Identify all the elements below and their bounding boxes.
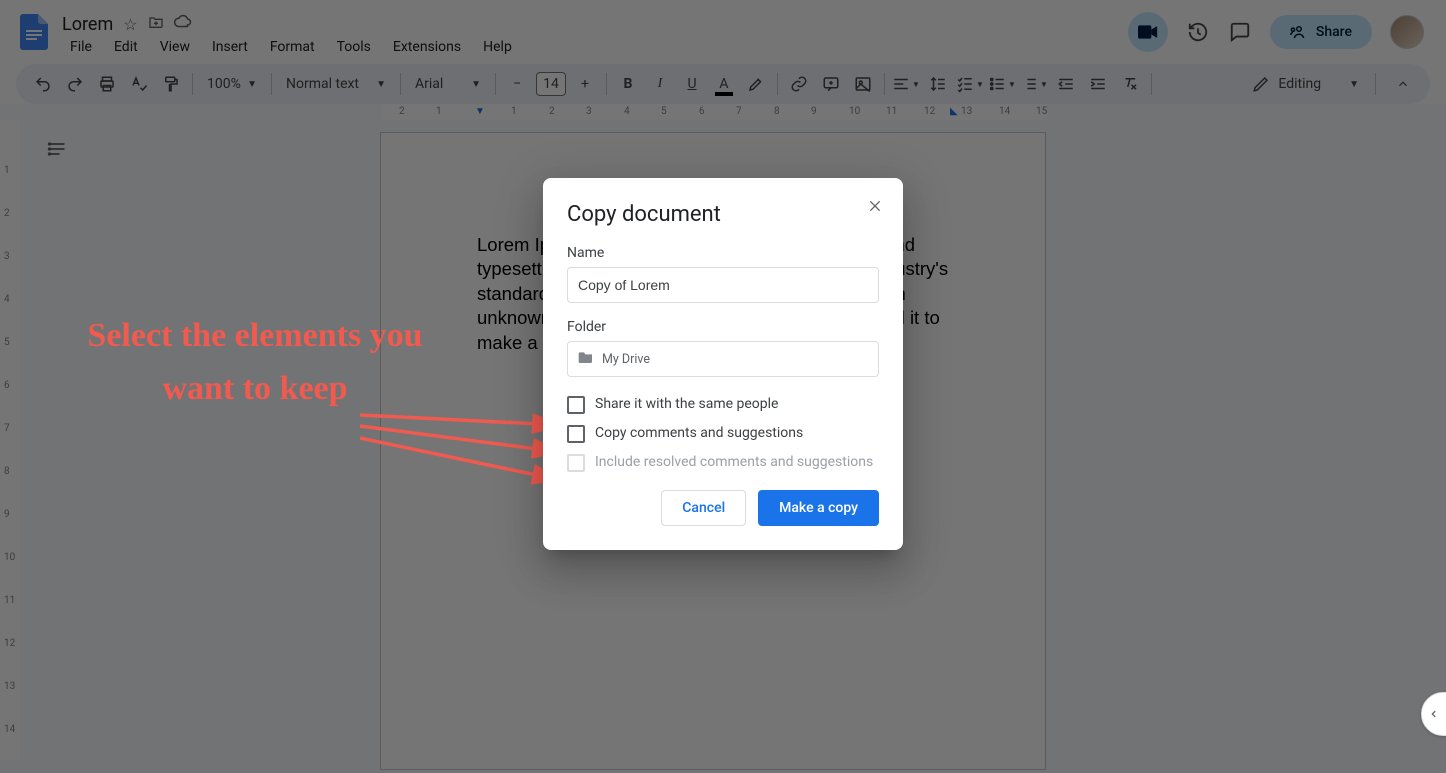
folder-icon	[578, 350, 594, 368]
folder-label: Folder	[567, 319, 879, 335]
checkbox-include-resolved: Include resolved comments and suggestion…	[567, 453, 879, 472]
folder-select[interactable]: My Drive	[567, 341, 879, 377]
checkbox-icon	[567, 396, 585, 414]
checkbox-icon	[567, 425, 585, 443]
cancel-button[interactable]: Cancel	[661, 490, 746, 526]
copy-document-dialog: Copy document Name Folder My Drive Share…	[543, 178, 903, 550]
folder-value: My Drive	[602, 352, 650, 367]
dialog-title: Copy document	[567, 202, 879, 227]
checkbox-copy-comments[interactable]: Copy comments and suggestions	[567, 424, 879, 443]
checkbox-share-same-people[interactable]: Share it with the same people	[567, 395, 879, 414]
checkbox-icon	[567, 454, 585, 472]
checkbox-label: Share it with the same people	[595, 395, 778, 414]
checkbox-label: Copy comments and suggestions	[595, 424, 803, 443]
close-icon[interactable]	[863, 194, 887, 218]
name-input[interactable]	[567, 267, 879, 303]
make-a-copy-button[interactable]: Make a copy	[758, 490, 879, 526]
name-label: Name	[567, 245, 879, 261]
checkbox-label: Include resolved comments and suggestion…	[595, 453, 873, 472]
